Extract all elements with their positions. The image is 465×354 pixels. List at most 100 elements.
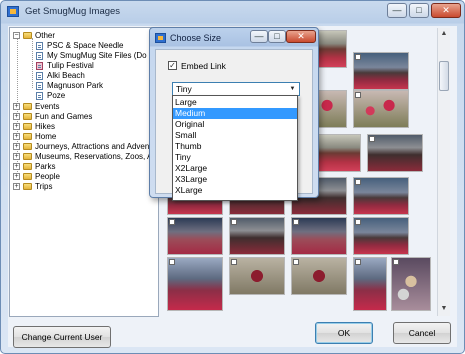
app-icon [7, 6, 19, 17]
photo-thumbnail[interactable] [229, 217, 285, 255]
tree-item-trips[interactable]: + Trips [10, 182, 158, 192]
size-combobox-value: Tiny [176, 84, 192, 94]
size-option-tiny[interactable]: Tiny [173, 152, 297, 163]
embed-link-label[interactable]: Embed Link [181, 61, 226, 71]
select-checkbox[interactable] [355, 92, 361, 98]
photo-thumbnail[interactable] [391, 257, 431, 311]
tree-item-site-files[interactable]: My SmugMug Site Files (Do N [10, 51, 158, 61]
ok-button[interactable]: OK [315, 322, 373, 344]
gallery-icon [36, 62, 43, 70]
expand-icon[interactable]: + [13, 113, 20, 120]
cancel-button[interactable]: Cancel [393, 322, 451, 344]
folder-icon [23, 163, 32, 170]
size-option-x2large[interactable]: X2Large [173, 163, 297, 174]
photo-thumbnail[interactable] [229, 257, 285, 295]
gallery-icon [36, 72, 43, 80]
folder-icon [23, 103, 32, 110]
gallery-icon [36, 82, 43, 90]
select-checkbox[interactable] [231, 219, 237, 225]
expand-icon[interactable]: + [13, 123, 20, 130]
size-option-xlarge[interactable]: XLarge [173, 185, 297, 196]
dialog-title: Choose Size [170, 33, 222, 43]
tulip-photo [392, 258, 430, 310]
select-checkbox[interactable] [369, 136, 375, 142]
size-option-medium[interactable]: Medium [173, 108, 297, 119]
size-option-x3large[interactable]: X3Large [173, 174, 297, 185]
select-checkbox[interactable] [355, 179, 361, 185]
folder-icon [23, 143, 32, 150]
maximize-button[interactable]: □ [409, 3, 429, 18]
expand-icon[interactable]: + [13, 143, 20, 150]
tree-item-museums[interactable]: + Museums, Reservations, Zoos, Aqu [10, 152, 158, 162]
photo-thumbnail[interactable] [291, 257, 347, 295]
expand-icon[interactable]: + [13, 183, 20, 190]
tulip-photo [354, 218, 408, 254]
tree-item-other[interactable]: − Other [10, 31, 158, 41]
tree-item-journeys[interactable]: + Journeys, Attractions and Advent [10, 142, 158, 152]
select-checkbox[interactable] [393, 259, 399, 265]
tree-item-magnuson-park[interactable]: Magnuson Park [10, 81, 158, 91]
tree-item-label: People [35, 172, 60, 181]
tree-item-alki-beach[interactable]: Alki Beach [10, 71, 158, 81]
expand-icon[interactable]: + [13, 163, 20, 170]
select-checkbox[interactable] [355, 219, 361, 225]
select-checkbox[interactable] [169, 219, 175, 225]
dialog-maximize-button[interactable]: □ [268, 30, 286, 43]
gallery-tree[interactable]: − Other PSC & Space Needle My SmugMug Si… [9, 27, 159, 317]
size-combobox[interactable]: Tiny ▼ [172, 82, 300, 96]
expand-icon[interactable]: + [13, 173, 20, 180]
size-option-thumb[interactable]: Thumb [173, 141, 297, 152]
expand-icon[interactable]: + [13, 153, 20, 160]
scrollbar-thumb[interactable] [439, 61, 449, 91]
folder-icon [23, 133, 32, 140]
photo-thumbnail[interactable] [353, 217, 409, 255]
photo-thumbnail[interactable] [291, 217, 347, 255]
size-option-small[interactable]: Small [173, 130, 297, 141]
tree-item-parks[interactable]: + Parks [10, 162, 158, 172]
tree-item-label: Events [35, 102, 60, 111]
scroll-down-icon[interactable]: ▼ [438, 303, 450, 315]
photo-thumbnail[interactable] [353, 177, 409, 215]
collapse-icon[interactable]: − [13, 32, 20, 39]
photo-thumbnail[interactable] [367, 134, 423, 172]
tree-item-poze[interactable]: Poze [10, 91, 158, 101]
folder-icon [23, 173, 32, 180]
tree-item-hikes[interactable]: + Hikes [10, 122, 158, 132]
select-checkbox[interactable] [293, 259, 299, 265]
photo-thumbnail[interactable] [167, 217, 223, 255]
title-bar[interactable]: Get SmugMug Images — □ ✕ [1, 1, 464, 23]
tree-item-label: Fun and Games [35, 112, 93, 121]
select-checkbox[interactable] [231, 259, 237, 265]
tree-item-people[interactable]: + People [10, 172, 158, 182]
select-checkbox[interactable] [355, 259, 361, 265]
minimize-button[interactable]: — [387, 3, 407, 18]
expand-icon[interactable]: + [13, 103, 20, 110]
dialog-close-button[interactable]: ✕ [286, 30, 316, 43]
dialog-minimize-button[interactable]: — [250, 30, 268, 43]
select-checkbox[interactable] [293, 219, 299, 225]
tree-item-label: Poze [47, 91, 66, 100]
tree-item-psc-space-needle[interactable]: PSC & Space Needle [10, 41, 158, 51]
size-option-original[interactable]: Original [173, 119, 297, 130]
photo-thumbnail[interactable] [353, 52, 409, 90]
tree-item-label: My SmugMug Site Files (Do N [47, 51, 155, 60]
expand-icon[interactable]: + [13, 133, 20, 140]
select-checkbox[interactable] [355, 54, 361, 60]
tree-item-events[interactable]: + Events [10, 102, 158, 112]
embed-link-checkbox[interactable]: ✓ [168, 61, 177, 70]
close-button[interactable]: ✕ [431, 3, 461, 18]
tree-item-fun-and-games[interactable]: + Fun and Games [10, 112, 158, 122]
tree-item-home[interactable]: + Home [10, 132, 158, 142]
size-option-large[interactable]: Large [173, 97, 297, 108]
tulip-photo [292, 258, 346, 294]
tree-item-tulip-festival[interactable]: Tulip Festival [10, 61, 158, 71]
photo-thumbnail[interactable] [353, 90, 409, 128]
scroll-up-icon[interactable]: ▲ [438, 28, 450, 40]
select-checkbox[interactable] [169, 259, 175, 265]
photo-thumbnail[interactable] [167, 257, 223, 311]
change-current-user-button[interactable]: Change Current User [13, 326, 111, 348]
tree-item-label: PSC & Space Needle [47, 41, 124, 50]
vertical-scrollbar[interactable]: ▲ ▼ [437, 28, 450, 316]
dropdown-arrow-icon[interactable]: ▼ [286, 83, 299, 95]
photo-thumbnail[interactable] [353, 257, 387, 311]
